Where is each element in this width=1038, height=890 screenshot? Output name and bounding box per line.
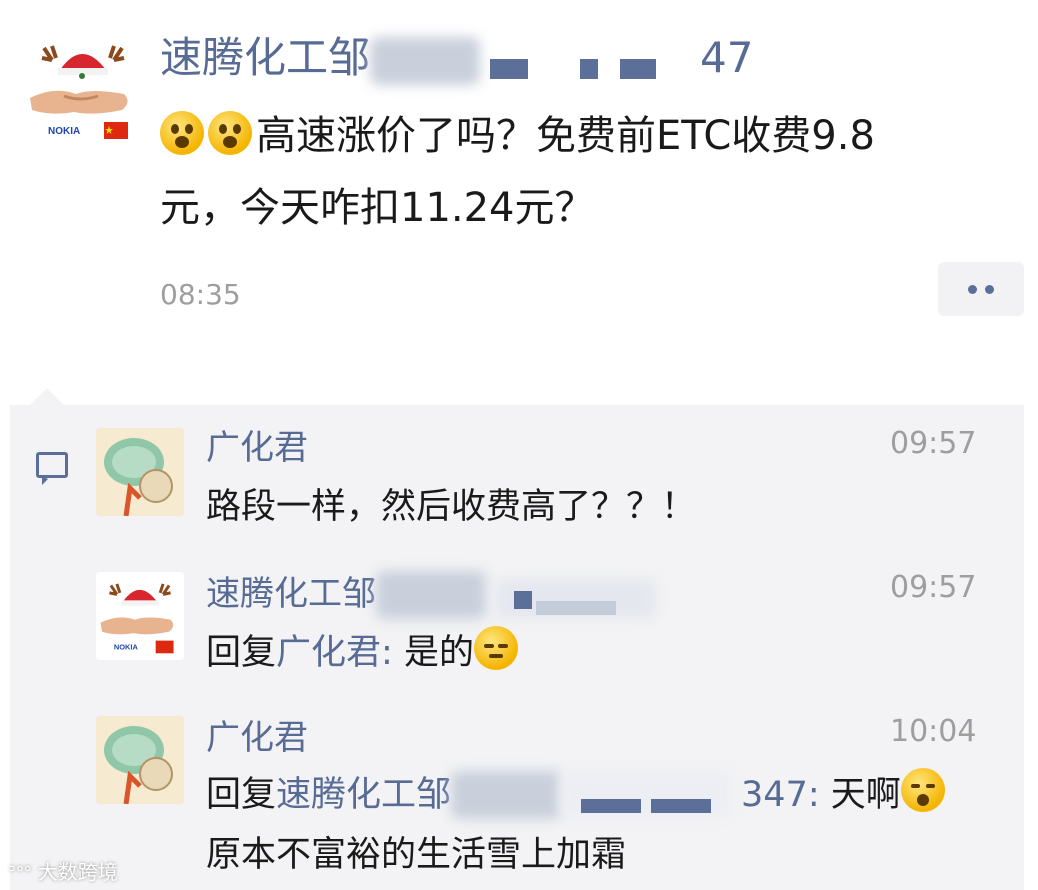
reply-prefix: 回复 bbox=[206, 633, 277, 673]
reply-colon: : bbox=[381, 633, 404, 673]
reply-target-tail: 347 bbox=[741, 775, 808, 815]
like-comment-menu-button[interactable] bbox=[938, 262, 1024, 316]
reply-target-visible: 速腾化工邹 bbox=[276, 775, 452, 815]
avatar-image: NOKIA bbox=[96, 572, 184, 660]
post-text-line1: 高速涨价了吗？免费前ETC收费9.8 bbox=[256, 113, 875, 159]
comment-author[interactable]: 速腾化工邹 bbox=[206, 566, 666, 621]
comment-author[interactable]: 广化君 bbox=[206, 420, 308, 469]
reply-text: 天啊 bbox=[830, 775, 901, 815]
comment-icon bbox=[36, 452, 68, 485]
reply-target-name[interactable]: 速腾化工邹 347 bbox=[276, 771, 808, 819]
redacted-name-mosaic bbox=[376, 570, 666, 621]
watermark: ᐣᐤᐤ 大数跨境 bbox=[8, 856, 118, 885]
watermark-logo-icon: ᐣᐤᐤ bbox=[8, 860, 38, 884]
comment-time: 10:04 bbox=[890, 714, 977, 749]
reply-colon: : bbox=[807, 775, 831, 815]
post-text-line2: 元，今天咋扣11.24元？ bbox=[160, 185, 595, 231]
comments-caret bbox=[30, 388, 64, 405]
post-author-avatar[interactable]: NOKIA bbox=[24, 30, 142, 148]
redacted-name-mosaic bbox=[370, 33, 700, 89]
comment-text[interactable]: 回复广化君: 是的 bbox=[206, 626, 522, 678]
comment-author[interactable]: 广化君 bbox=[206, 710, 308, 759]
post-author-name[interactable]: 速腾化工邹 47 bbox=[160, 30, 753, 89]
astonished-emoji-icon bbox=[160, 111, 204, 155]
comment-avatar-guanghuajun[interactable] bbox=[96, 716, 184, 804]
post-timestamp: 08:35 bbox=[160, 278, 241, 311]
reply-target-name[interactable]: 广化君 bbox=[276, 633, 381, 673]
post-author-name-visible: 速腾化工邹 bbox=[160, 33, 371, 82]
sigh-emoji-icon bbox=[900, 768, 945, 812]
comment-time: 09:57 bbox=[890, 570, 977, 605]
avatar-image bbox=[96, 716, 184, 804]
comment-author-visible: 速腾化工邹 bbox=[206, 574, 376, 614]
sweat-emoji-icon bbox=[473, 626, 518, 670]
avatar-image: NOKIA bbox=[30, 45, 128, 139]
avatar-badge-text: NOKIA bbox=[48, 126, 80, 137]
reply-text: 是的 bbox=[403, 633, 474, 673]
more-dot-icon bbox=[968, 284, 977, 294]
more-dot-icon bbox=[985, 284, 994, 294]
reply-prefix: 回复 bbox=[206, 775, 277, 815]
comment-text[interactable]: 路段一样，然后收费高了？？！ bbox=[206, 482, 696, 532]
comment-text-line2: 原本不富裕的生活雪上加霜 bbox=[206, 835, 627, 875]
comment-text[interactable]: 回复速腾化工邹 347: 天啊 bbox=[206, 768, 949, 821]
avatar-badge-text: NOKIA bbox=[114, 643, 139, 652]
post-author-name-tail: 47 bbox=[700, 33, 754, 82]
astonished-emoji-icon bbox=[208, 111, 252, 155]
post-text: 高速涨价了吗？免费前ETC收费9.8 元，今天咋扣11.24元？ bbox=[160, 100, 1000, 244]
avatar-image bbox=[96, 428, 184, 516]
comment-time: 09:57 bbox=[890, 426, 977, 461]
comment-avatar-guanghuajun[interactable] bbox=[96, 428, 184, 516]
comment-avatar-sutengchem[interactable]: NOKIA bbox=[96, 572, 184, 660]
watermark-text: 大数跨境 bbox=[37, 860, 118, 884]
redacted-name-mosaic bbox=[451, 771, 741, 821]
